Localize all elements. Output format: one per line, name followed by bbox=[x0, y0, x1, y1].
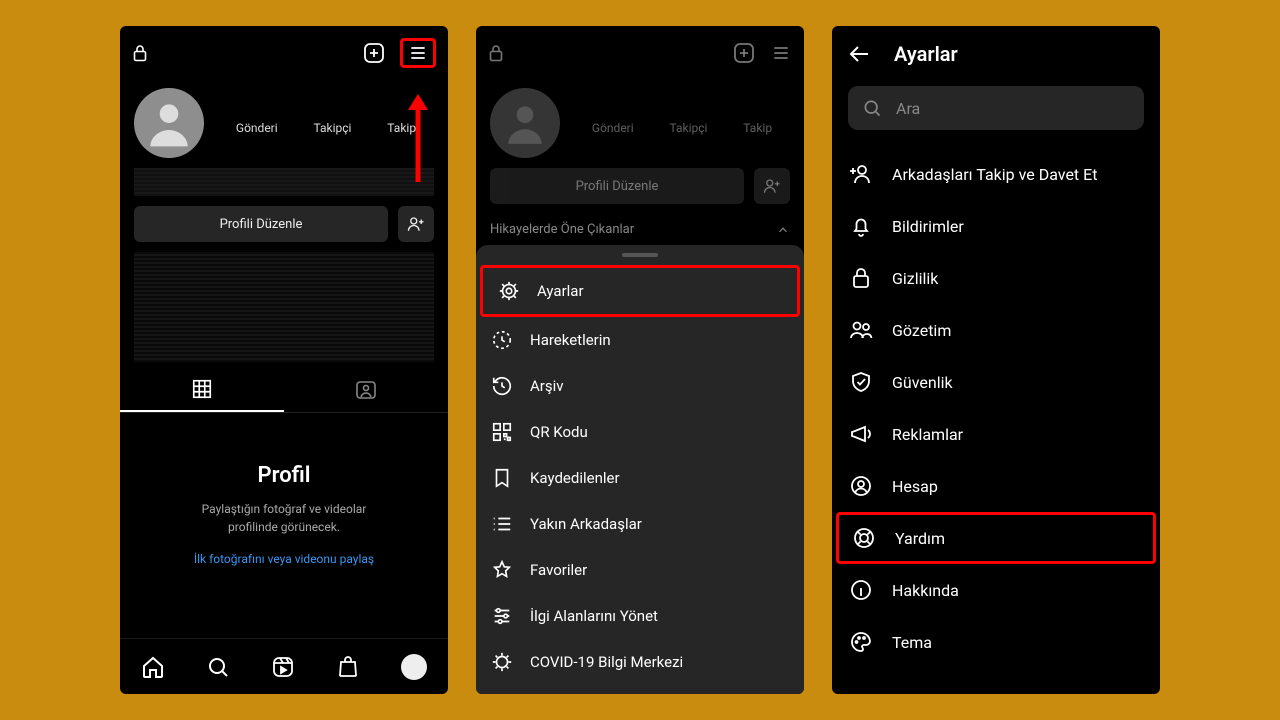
stat-following: Takip bbox=[743, 121, 772, 135]
search-input[interactable]: Ara bbox=[848, 86, 1144, 130]
bottom-sheet: Ayarlar Hareketlerin Arşiv QR Kodu Kayde… bbox=[476, 245, 804, 694]
setting-ads[interactable]: Reklamlar bbox=[832, 408, 1160, 460]
create-button[interactable] bbox=[362, 41, 386, 65]
avatar bbox=[490, 88, 560, 158]
megaphone-icon bbox=[848, 422, 874, 446]
setting-about[interactable]: Hakkında bbox=[832, 564, 1160, 616]
settings-screen: Ayarlar Ara Arkadaşları Takip ve Davet E… bbox=[832, 26, 1160, 694]
setting-theme[interactable]: Tema bbox=[832, 616, 1160, 668]
menu-item-qr[interactable]: QR Kodu bbox=[476, 409, 804, 455]
menu-item-favorites[interactable]: Favoriler bbox=[476, 547, 804, 593]
edit-profile-button: Profili Düzenle bbox=[490, 168, 744, 204]
top-bar bbox=[476, 26, 804, 80]
back-button[interactable] bbox=[848, 42, 872, 66]
lock-icon bbox=[848, 266, 874, 290]
profile-tabs bbox=[120, 368, 448, 413]
stat-followers[interactable]: Takipçi bbox=[314, 121, 352, 135]
nav-shop[interactable] bbox=[336, 655, 360, 679]
virus-icon bbox=[490, 651, 514, 673]
empty-state: Profil Paylaştığın fotoğraf ve videolarp… bbox=[120, 413, 448, 566]
privacy-lock bbox=[488, 44, 504, 62]
profile-header: Gönderi Takipçi Takip bbox=[476, 80, 804, 158]
list-icon bbox=[490, 513, 514, 535]
redacted-name bbox=[134, 168, 434, 196]
people-icon bbox=[848, 318, 874, 342]
profile-menu-screen: Gönderi Takipçi Takip Profili Düzenle Hi… bbox=[476, 26, 804, 694]
bookmark-icon bbox=[490, 467, 514, 489]
setting-privacy[interactable]: Gizlilik bbox=[832, 252, 1160, 304]
profile-header: Gönderi Takipçi Takip bbox=[120, 80, 448, 158]
stat-posts: Gönderi bbox=[592, 121, 634, 135]
stat-following[interactable]: Takip bbox=[387, 121, 416, 135]
menu-item-close-friends[interactable]: Yakın Arkadaşlar bbox=[476, 501, 804, 547]
nav-search[interactable] bbox=[206, 655, 230, 679]
info-icon bbox=[848, 578, 874, 602]
palette-icon bbox=[848, 630, 874, 654]
story-highlights-row: Hikayelerde Öne Çıkanlar bbox=[476, 214, 804, 245]
menu-item-saved[interactable]: Kaydedilenler bbox=[476, 455, 804, 501]
menu-button[interactable] bbox=[770, 43, 792, 63]
empty-description: Paylaştığın fotoğraf ve videolarprofilin… bbox=[150, 500, 418, 536]
menu-item-covid[interactable]: COVID-19 Bilgi Merkezi bbox=[476, 639, 804, 685]
edit-profile-button[interactable]: Profili Düzenle bbox=[134, 206, 388, 242]
hamburger-icon bbox=[407, 43, 429, 63]
bell-icon bbox=[848, 214, 874, 238]
privacy-lock bbox=[132, 44, 148, 62]
bottom-nav bbox=[120, 638, 448, 694]
menu-item-activity[interactable]: Hareketlerin bbox=[476, 317, 804, 363]
setting-notifications[interactable]: Bildirimler bbox=[832, 200, 1160, 252]
setting-invite-friends[interactable]: Arkadaşları Takip ve Davet Et bbox=[832, 148, 1160, 200]
shield-icon bbox=[848, 370, 874, 394]
star-icon bbox=[490, 559, 514, 581]
share-first-link[interactable]: İlk fotoğrafını veya videonu paylaş bbox=[150, 552, 418, 566]
hamburger-icon bbox=[770, 43, 792, 63]
top-bar bbox=[120, 26, 448, 80]
menu-button-highlighted[interactable] bbox=[400, 38, 436, 68]
settings-header: Ayarlar bbox=[832, 26, 1160, 78]
stat-followers: Takipçi bbox=[670, 121, 708, 135]
nav-home[interactable] bbox=[141, 655, 165, 679]
search-icon bbox=[862, 98, 882, 118]
nav-profile[interactable] bbox=[401, 654, 427, 680]
grid-icon bbox=[191, 378, 213, 400]
add-person-icon bbox=[848, 162, 874, 186]
menu-item-archive[interactable]: Arşiv bbox=[476, 363, 804, 409]
menu-item-settings[interactable]: Ayarlar bbox=[480, 265, 800, 317]
stat-posts[interactable]: Gönderi bbox=[236, 121, 278, 135]
empty-title: Profil bbox=[150, 463, 418, 488]
tagged-icon bbox=[354, 377, 378, 401]
setting-security[interactable]: Güvenlik bbox=[832, 356, 1160, 408]
setting-help-highlighted[interactable]: Yardım bbox=[836, 512, 1156, 564]
setting-account[interactable]: Hesap bbox=[832, 460, 1160, 512]
arrow-left-icon bbox=[848, 42, 872, 66]
profile-screen: Gönderi Takipçi Takip Profili Düzenle Pr… bbox=[120, 26, 448, 694]
create-button[interactable] bbox=[732, 41, 756, 65]
qr-icon bbox=[490, 421, 514, 443]
menu-item-interests[interactable]: İlgi Alanlarını Yönet bbox=[476, 593, 804, 639]
gear-icon bbox=[497, 280, 521, 302]
redacted-highlights bbox=[134, 252, 434, 362]
activity-icon bbox=[490, 329, 514, 351]
tab-tagged[interactable] bbox=[284, 368, 448, 412]
lifebuoy-icon bbox=[851, 526, 877, 550]
person-circle-icon bbox=[848, 474, 874, 498]
setting-supervision[interactable]: Gözetim bbox=[832, 304, 1160, 356]
page-title: Ayarlar bbox=[894, 42, 958, 66]
archive-icon bbox=[490, 375, 514, 397]
tab-grid[interactable] bbox=[120, 368, 284, 412]
avatar[interactable] bbox=[134, 88, 204, 158]
discover-people-button bbox=[754, 168, 790, 204]
search-placeholder: Ara bbox=[896, 99, 920, 118]
discover-people-button[interactable] bbox=[398, 206, 434, 242]
sliders-icon bbox=[490, 605, 514, 627]
chevron-up-icon bbox=[776, 223, 790, 237]
sheet-grabber[interactable] bbox=[622, 253, 658, 257]
nav-reels[interactable] bbox=[271, 655, 295, 679]
